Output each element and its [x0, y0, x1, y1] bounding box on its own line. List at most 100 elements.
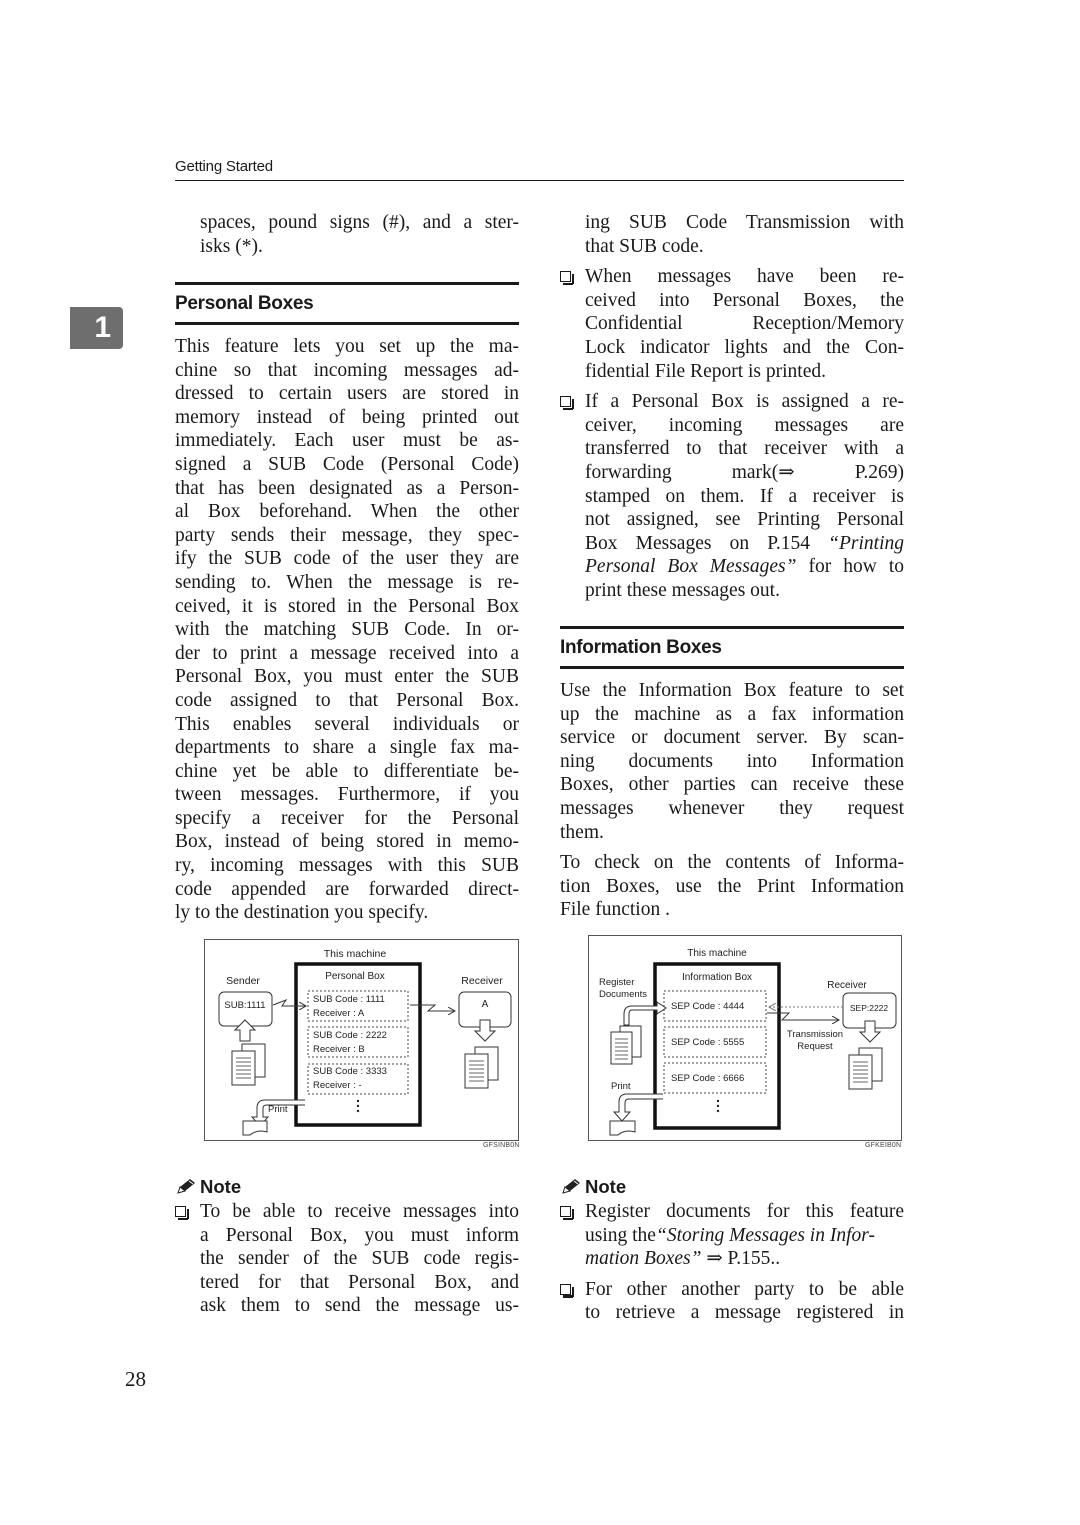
- text-line: a Personal Box, you must inform: [200, 1224, 519, 1246]
- note-header: Note: [560, 1176, 904, 1198]
- source-document-icon: [610, 1025, 642, 1065]
- text-line: Box Messages on P.154 “Printing: [585, 532, 904, 554]
- running-header: Getting Started: [175, 158, 273, 175]
- bullet-item: If a Personal Box is assigned a re-ceive…: [560, 390, 904, 602]
- text-line: up the machine as a fax information: [560, 703, 904, 725]
- entry-receiver: Receiver : -: [313, 1080, 362, 1091]
- text-line: print these messages out.: [585, 579, 780, 601]
- text-line: departments to share a single fax ma-: [175, 737, 519, 759]
- entry-5555: SEP Code : 5555: [663, 1026, 767, 1058]
- continuation-paragraph: ing SUB Code Transmission with that SUB …: [560, 211, 904, 258]
- checkbox-bullet-icon: [560, 1206, 574, 1220]
- figure-id: GFSINB0N: [483, 1142, 520, 1149]
- right-note: Note Register documents for this feature…: [560, 1176, 904, 1332]
- personal-box-diagram-svg: This machine Personal Box Sender SUB:111…: [218, 948, 512, 1136]
- text-line: specify a receiver for the Personal: [175, 807, 519, 829]
- receiver-code: A: [482, 999, 489, 1010]
- cross-reference[interactable]: Personal Box Messages”: [585, 556, 796, 577]
- personal-boxes-section: Personal Boxes This feature lets you set…: [175, 282, 519, 925]
- information-boxes-paragraph: Use the Information Box feature to set up…: [560, 679, 904, 844]
- entry-1111: SUB Code : 1111 Receiver : A: [307, 990, 409, 1022]
- cross-reference[interactable]: mation Boxes”: [585, 1248, 701, 1269]
- ellipsis-dots: [716, 1099, 720, 1113]
- note-item: For other another party to be able to re…: [560, 1278, 904, 1325]
- text-line: service or document server. By scan-: [560, 727, 904, 749]
- text-line: For other another party to be able: [585, 1278, 904, 1300]
- text-line: Confidential Reception/Memory: [585, 313, 904, 335]
- text-line: al Box beforehand. When the other: [175, 501, 519, 523]
- chapter-tab: 1: [70, 307, 123, 349]
- entry-3333: SUB Code : 3333 Receiver : -: [307, 1063, 409, 1095]
- personal-box-diagram: This machine Personal Box Sender SUB:111…: [204, 939, 519, 1141]
- text-line: isks (*).: [200, 235, 263, 257]
- note-item: To be able to receive messages into a Per…: [175, 1200, 519, 1318]
- forward-arrow: [410, 1004, 455, 1011]
- machine-label: This machine: [324, 948, 387, 960]
- note-label: Note: [200, 1176, 242, 1197]
- information-box-diagram-svg: This machine Information Box Register Do…: [599, 948, 897, 1136]
- text-line: ceiver, incoming messages are: [585, 414, 904, 436]
- ellipsis-dots: [356, 1099, 360, 1113]
- request-label: Request: [797, 1041, 833, 1052]
- text-line: sending to. When the message is re-: [175, 571, 519, 593]
- pencil-icon: [562, 1179, 580, 1194]
- checkbox-bullet-icon: [560, 271, 574, 286]
- figure-id: GFKEIB0N: [865, 1142, 902, 1149]
- cross-reference[interactable]: “Storing Messages in Infor-: [656, 1225, 875, 1246]
- information-boxes-section: Information Boxes Use the Information Bo…: [560, 626, 904, 929]
- box-label: Personal Box: [325, 971, 384, 982]
- text-line: dressed to certain users are stored in: [175, 383, 519, 405]
- text-line: them.: [560, 821, 604, 843]
- receiver-code: SEP:2222: [850, 1003, 889, 1013]
- right-column: ing SUB Code Transmission with that SUB …: [560, 211, 904, 610]
- text-line: ceived, it is stored in the Personal Box: [175, 595, 519, 617]
- register-arrow-icon: [623, 1001, 667, 1026]
- entry-code: SUB Code : 1111: [313, 994, 385, 1005]
- text-line: immediately. Each user must be as-: [175, 430, 519, 452]
- text-line: party sends their message, they spec-: [175, 524, 519, 546]
- text-line: Register documents for this feature: [585, 1201, 904, 1222]
- checkbox-bullet-icon: [560, 396, 574, 411]
- text-line: ceived into Personal Boxes, the: [585, 289, 904, 311]
- text-line: This feature lets you set up the ma-: [175, 336, 519, 357]
- text-line: using the“Storing Messages in Infor-: [585, 1224, 875, 1246]
- box-label: Information Box: [682, 972, 752, 983]
- entry-6666: SEP Code : 6666: [663, 1062, 767, 1094]
- text-line: signed a SUB Code (Personal Code): [175, 453, 519, 475]
- text-line: Box, instead of being stored in memo-: [175, 831, 519, 853]
- register-label: Register: [599, 977, 634, 988]
- cross-reference[interactable]: “Printing: [828, 533, 904, 554]
- text-line: When messages have been re-: [585, 266, 904, 288]
- text-line: To check on the contents of Informa-: [560, 852, 904, 874]
- information-box-diagram: This machine Information Box Register Do…: [588, 935, 902, 1141]
- text-line: stamped on them. If a receiver is: [585, 485, 904, 507]
- text-line: der to print a message received into a: [175, 642, 519, 664]
- text-line: tion Boxes, use the Print Information: [560, 875, 904, 897]
- text-line: mation Boxes” ⇒ P.155..: [585, 1248, 781, 1270]
- text-line: ning documents into Information: [560, 750, 904, 772]
- text-line: transferred to that receiver with a: [585, 438, 904, 460]
- text-line: tered for that Personal Box, and: [200, 1271, 519, 1293]
- entry-receiver: Receiver : A: [313, 1008, 365, 1019]
- left-note: Note To be able to receive messages into…: [175, 1176, 519, 1325]
- text-line: chine yet be able to differentiate be-: [175, 760, 519, 782]
- sender-document-icon: [231, 1043, 266, 1086]
- bullet-item: When messages have been re-ceived into P…: [560, 265, 904, 383]
- entry-2222: SUB Code : 2222 Receiver : B: [307, 1026, 409, 1058]
- information-boxes-heading-block: Information Boxes: [560, 626, 904, 669]
- printout-icon: [242, 1120, 268, 1136]
- text-line: Personal Box, you must enter the SUB: [175, 666, 519, 688]
- section-heading: Information Boxes: [560, 637, 722, 658]
- documents-label: Documents: [599, 989, 647, 1000]
- text-line: tween messages. Furthermore, if you: [175, 784, 519, 806]
- send-arrow: [272, 998, 306, 1006]
- text-line: memory instead of being printed out: [175, 406, 519, 428]
- text-line: ify the SUB code of the user they are: [175, 548, 519, 570]
- print-label: Print: [611, 1081, 631, 1092]
- entry-code: SUB Code : 3333: [313, 1066, 387, 1077]
- text-line: code appended are forwarded direct-: [175, 878, 519, 900]
- text-line: not assigned, see Printing Personal: [585, 509, 904, 531]
- text-line: chine so that incoming messages ad-: [175, 359, 519, 381]
- entry-code: SEP Code : 5555: [671, 1037, 744, 1048]
- text-line: fidential File Report is printed.: [585, 360, 826, 382]
